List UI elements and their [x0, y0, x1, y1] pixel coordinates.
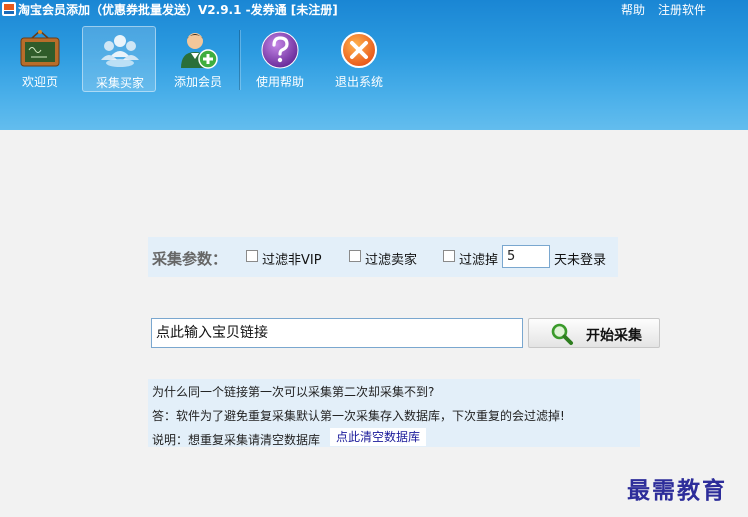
toolbar-exit-button[interactable]: 退出系统 — [322, 26, 396, 92]
toolbar-collect-buyers-button[interactable]: 采集买家 — [82, 26, 156, 92]
start-collect-label: 开始采集 — [586, 328, 642, 344]
register-link[interactable]: 注册软件 — [658, 1, 706, 18]
blackboard-icon — [20, 30, 60, 67]
add-user-icon — [181, 33, 218, 69]
header-banner: 淘宝会员添加（优惠券批量发送）V2.9.1 -发券通 [未注册] 帮助 注册软件… — [0, 0, 748, 130]
close-circle-icon — [341, 32, 377, 68]
toolbar-add-member-button[interactable]: 添加会员 — [161, 26, 235, 92]
inactive-days-input[interactable]: 5 — [502, 245, 550, 268]
filter-seller-checkbox[interactable] — [349, 250, 361, 262]
magnifier-icon — [551, 323, 573, 345]
inactive-days-suffix: 天未登录 — [554, 253, 607, 268]
filter-seller-label: 过滤卖家 — [365, 253, 418, 268]
filter-inactive-checkbox[interactable] — [443, 250, 455, 262]
toolbar-add-member-label: 添加会员 — [173, 75, 222, 89]
question-icon — [261, 31, 299, 69]
filter-non-vip-label: 过滤非VIP — [262, 253, 322, 268]
info-note: 说明：想重复采集请清空数据库 — [152, 433, 321, 447]
help-link[interactable]: 帮助 — [621, 1, 645, 18]
filter-non-vip-checkbox[interactable] — [246, 250, 258, 262]
toolbar-collect-buyers-label: 采集买家 — [95, 76, 144, 90]
clear-database-link[interactable]: 点此清空数据库 — [330, 428, 426, 446]
title-bar: 淘宝会员添加（优惠券批量发送）V2.9.1 -发券通 [未注册] 帮助 注册软件 — [0, 0, 748, 18]
app-logo-icon — [2, 2, 16, 16]
toolbar-welcome-button[interactable]: 欢迎页 — [3, 26, 77, 92]
toolbar-welcome-label: 欢迎页 — [21, 75, 58, 89]
item-link-input[interactable]: 点此输入宝贝链接 — [151, 318, 523, 348]
filter-inactive-label: 过滤掉 — [459, 253, 499, 268]
toolbar-exit-label: 退出系统 — [334, 75, 383, 89]
info-answer: 答：软件为了避免重复采集默认第一次采集存入数据库，下次重复的会过滤掉! — [152, 409, 565, 423]
toolbar-help-label: 使用帮助 — [255, 75, 304, 89]
toolbar-separator — [239, 30, 240, 90]
toolbar-help-button[interactable]: 使用帮助 — [243, 26, 317, 92]
watermark: 最需教育 — [627, 477, 727, 504]
info-question: 为什么同一个链接第一次可以采集第二次却采集不到? — [152, 385, 435, 399]
people-group-icon — [101, 35, 139, 67]
window-title: 淘宝会员添加（优惠券批量发送）V2.9.1 -发券通 [未注册] — [18, 3, 338, 17]
params-label: 采集参数： — [152, 250, 228, 268]
start-collect-button[interactable]: 开始采集 — [528, 318, 660, 348]
